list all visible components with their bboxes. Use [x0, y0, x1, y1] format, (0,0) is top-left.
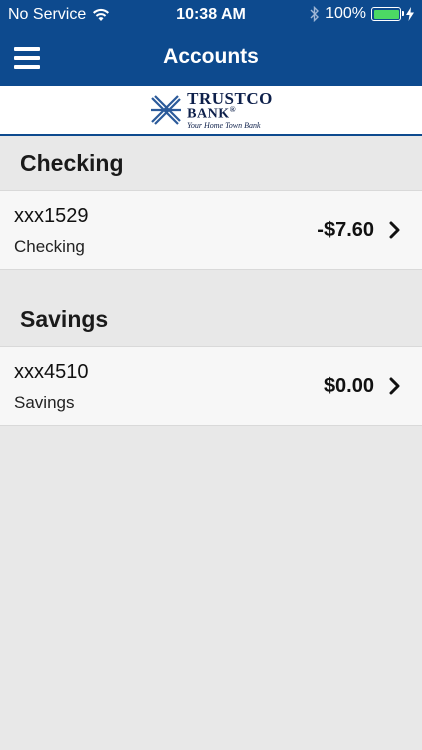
logo-text: TRUSTCO BANK® Your Home Town Bank	[187, 90, 273, 131]
account-row-savings[interactable]: xxx4510 Savings $0.00	[0, 346, 422, 426]
account-number: xxx4510	[14, 361, 89, 383]
logo-bank: BANK	[187, 106, 230, 122]
charging-icon	[406, 7, 414, 21]
section-header-savings: Savings	[0, 292, 422, 346]
page-title: Accounts	[163, 45, 259, 68]
nav-bar: Accounts	[0, 30, 422, 86]
account-type: Savings	[14, 393, 75, 412]
section-header-checking: Checking	[0, 136, 422, 190]
battery-icon	[371, 7, 404, 21]
logo-bank-line: BANK®	[187, 104, 273, 122]
header: No Service 10:38 AM 100% Accounts	[0, 0, 422, 86]
battery-fill	[373, 9, 399, 19]
account-number: xxx1529	[14, 205, 89, 227]
account-type: Checking	[14, 237, 85, 256]
logo-banner: TRUSTCO BANK® Your Home Town Bank	[0, 86, 422, 136]
status-bar: No Service 10:38 AM 100%	[0, 0, 422, 30]
logo-registered: ®	[229, 104, 237, 114]
app-screen: No Service 10:38 AM 100% Accounts TRUSTC…	[0, 0, 422, 750]
trustco-logo: TRUSTCO BANK® Your Home Town Bank	[149, 90, 273, 131]
account-balance: $0.00	[323, 375, 374, 397]
bluetooth-icon	[310, 6, 320, 22]
section-spacer	[0, 270, 422, 292]
chevron-right-icon	[389, 377, 400, 395]
battery-percent: 100%	[325, 5, 366, 22]
trustco-cross-icon	[151, 95, 182, 125]
account-balance: -$7.60	[317, 219, 374, 241]
logo-tagline: Your Home Town Bank	[187, 121, 261, 131]
account-row-checking[interactable]: xxx1529 Checking -$7.60	[0, 190, 422, 270]
status-right: 100%	[310, 5, 414, 23]
chevron-right-icon	[389, 221, 400, 239]
